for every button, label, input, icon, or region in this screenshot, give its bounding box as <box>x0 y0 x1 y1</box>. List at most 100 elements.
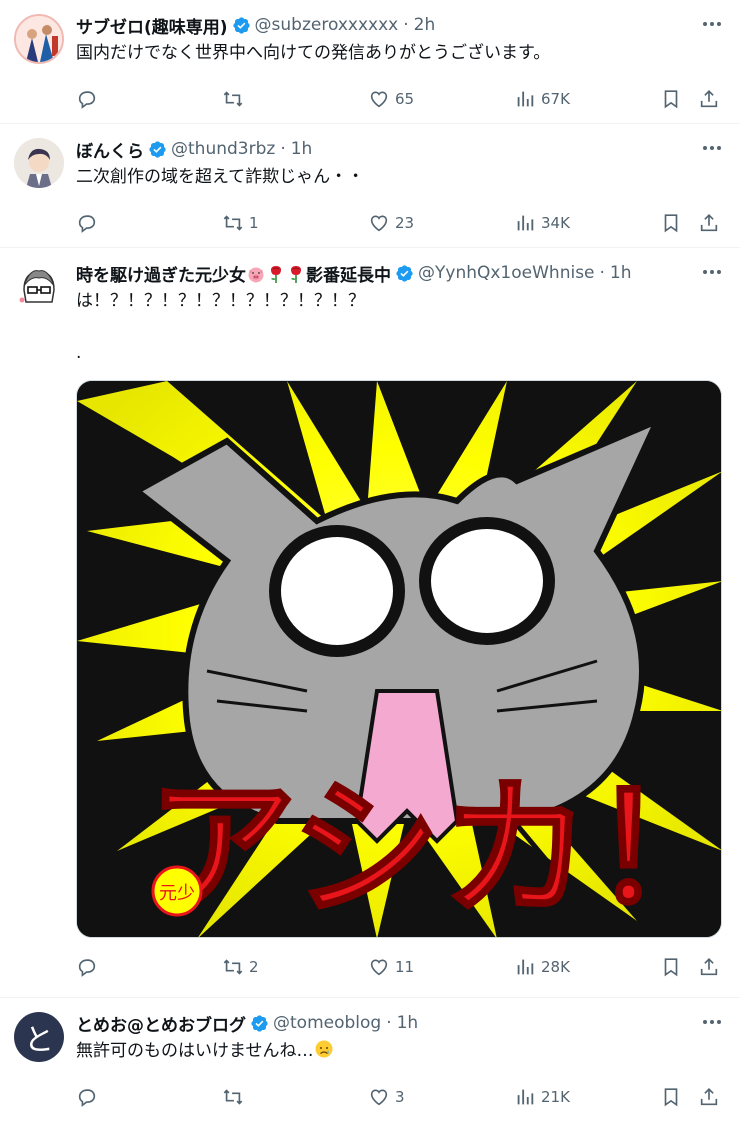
like-icon <box>370 959 388 976</box>
author-name[interactable]: ぼんくら <box>76 137 144 162</box>
views-count: 67K <box>541 90 570 108</box>
avatar[interactable] <box>14 14 64 64</box>
reply-button[interactable] <box>76 956 103 978</box>
image-caption: アシカ！ <box>147 763 722 937</box>
views-count: 28K <box>541 958 570 976</box>
share-icon <box>700 214 718 232</box>
retweet-count: 1 <box>249 214 259 232</box>
like-count: 23 <box>395 214 415 232</box>
more-icon <box>703 22 721 26</box>
views-icon <box>517 959 534 975</box>
retweet-icon <box>223 959 243 975</box>
reply-icon <box>78 91 96 109</box>
views-icon <box>517 91 534 107</box>
views-button[interactable]: 67K <box>514 88 570 110</box>
retweet-icon <box>223 91 243 107</box>
verified-badge-icon <box>232 16 250 34</box>
author-handle[interactable]: @subzeroxxxxxx <box>255 15 399 35</box>
timestamp[interactable]: 2h <box>414 15 436 35</box>
more-icon <box>703 270 721 274</box>
like-count: 3 <box>395 1088 405 1106</box>
action-bar: 65 67K <box>76 74 724 124</box>
author-handle[interactable]: @YynhQx1oeWhnise <box>418 263 595 283</box>
avatar-glyph: と <box>24 1023 54 1058</box>
author-name[interactable]: 時を駆け過ぎた元少女 影番延長中 <box>76 261 391 286</box>
retweet-button[interactable]: 1 <box>222 212 259 234</box>
reply-icon <box>78 215 96 233</box>
share-icon <box>700 1088 718 1106</box>
bookmark-icon <box>664 90 678 109</box>
bookmark-icon <box>664 958 678 977</box>
separator-dot: · <box>386 1013 392 1033</box>
action-bar: 2 11 28K <box>76 942 724 992</box>
like-button[interactable]: 3 <box>368 1086 405 1108</box>
avatar[interactable] <box>14 138 64 188</box>
like-button[interactable]: 23 <box>368 212 414 234</box>
share-button[interactable] <box>698 212 720 234</box>
like-button[interactable]: 11 <box>368 956 414 978</box>
separator-dot: · <box>280 139 286 159</box>
retweet-button[interactable]: 2 <box>222 956 259 978</box>
retweet-icon <box>223 215 243 231</box>
author-handle[interactable]: @tomeoblog <box>273 1013 381 1033</box>
tweet-text: 無許可のものはいけませんね… <box>76 1038 724 1064</box>
share-button[interactable] <box>698 956 720 978</box>
views-button[interactable]: 34K <box>514 212 570 234</box>
verified-badge-icon <box>149 140 166 158</box>
share-button[interactable] <box>698 1086 720 1108</box>
like-icon <box>370 215 388 232</box>
rose-emoji-icon <box>271 265 281 283</box>
avatar[interactable] <box>14 262 64 312</box>
bookmark-button[interactable] <box>660 212 682 234</box>
share-icon <box>700 90 718 108</box>
retweet-button[interactable] <box>222 1086 249 1108</box>
tweet-1[interactable]: サブゼロ(趣味専用) @subzeroxxxxxx · 2h 国内だけでなく世界… <box>0 0 740 124</box>
author-name-suffix: 影番延長中 <box>306 265 391 286</box>
retweet-icon <box>223 1089 243 1105</box>
bookmark-button[interactable] <box>660 1086 682 1108</box>
tweet-text: 国内だけでなく世界中へ向けての発信ありがとうございます。 <box>76 43 551 63</box>
reply-button[interactable] <box>76 1086 103 1108</box>
tweet-3[interactable]: 時を駆け過ぎた元少女 影番延長中 @YynhQx1oeWhnise · 1h は！… <box>0 248 740 998</box>
bookmark-button[interactable] <box>660 88 682 110</box>
timestamp[interactable]: 1h <box>291 139 313 159</box>
tweet-text-line-2: . <box>76 343 82 363</box>
avatar[interactable]: と <box>14 1012 64 1062</box>
pig-emoji-icon <box>248 267 264 282</box>
verified-badge-icon <box>396 264 413 282</box>
views-icon <box>517 215 534 231</box>
views-count: 34K <box>541 214 570 232</box>
timestamp[interactable]: 1h <box>610 263 632 283</box>
tweet-4[interactable]: と とめお@とめおブログ @tomeoblog · 1h 無許可のものはいけませ… <box>0 998 740 1115</box>
more-options-button[interactable] <box>700 1012 724 1032</box>
views-count: 21K <box>541 1088 570 1106</box>
timestamp[interactable]: 1h <box>397 1013 419 1033</box>
views-button[interactable]: 21K <box>514 1086 570 1108</box>
like-button[interactable]: 65 <box>368 88 414 110</box>
tweet-image[interactable]: アシカ！ 元少 <box>76 380 722 938</box>
reply-icon <box>78 959 96 977</box>
separator-dot: · <box>599 263 605 283</box>
tweet-2[interactable]: ぼんくら @thund3rbz · 1h 二次創作の域を超えて詐欺じゃん・・ 1… <box>0 124 740 248</box>
retweet-button[interactable] <box>222 88 249 110</box>
more-options-button[interactable] <box>700 138 724 158</box>
views-icon <box>517 1089 534 1105</box>
reply-icon <box>78 1089 96 1107</box>
like-icon <box>370 91 388 108</box>
author-handle[interactable]: @thund3rbz <box>171 139 275 159</box>
reply-button[interactable] <box>76 88 103 110</box>
author-name[interactable]: とめお@とめおブログ <box>76 1011 246 1036</box>
bookmark-button[interactable] <box>660 956 682 978</box>
like-icon <box>370 1089 388 1106</box>
views-button[interactable]: 28K <box>514 956 570 978</box>
more-options-button[interactable] <box>700 262 724 282</box>
sad-face-emoji-icon <box>315 1040 332 1058</box>
reply-button[interactable] <box>76 212 103 234</box>
like-count: 11 <box>395 958 415 976</box>
author-name[interactable]: サブゼロ(趣味専用) <box>76 13 228 38</box>
more-options-button[interactable] <box>700 14 724 34</box>
bookmark-icon <box>664 214 678 233</box>
action-bar: 1 23 34K <box>76 198 724 248</box>
share-button[interactable] <box>698 88 720 110</box>
bookmark-icon <box>664 1088 678 1107</box>
